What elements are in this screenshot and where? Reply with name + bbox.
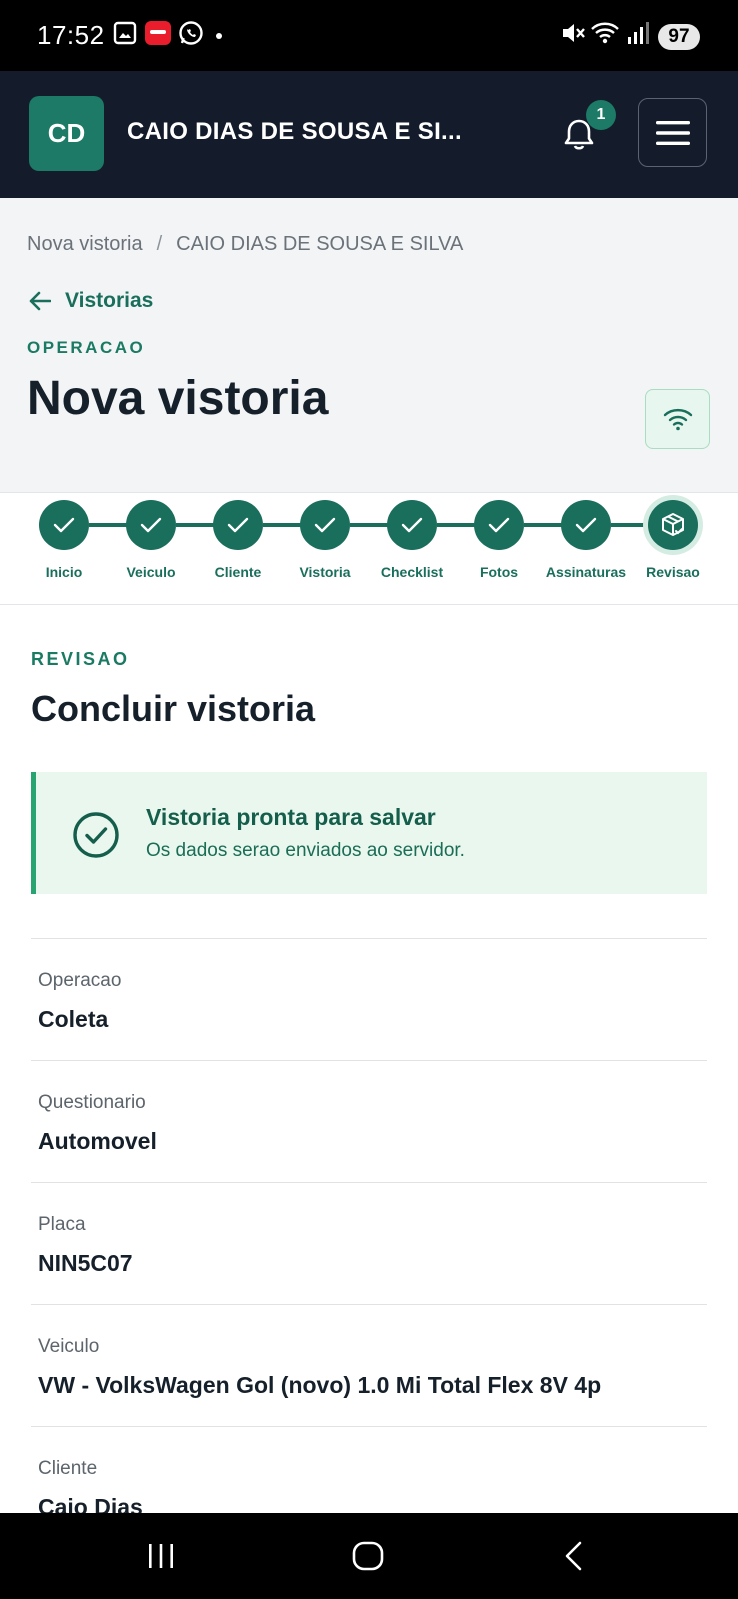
breadcrumb: Nova vistoria / CAIO DIAS DE SOUSA E SILVA <box>27 233 463 256</box>
step-vistoria[interactable]: Vistoria <box>281 493 369 580</box>
notification-badge: 1 <box>586 100 616 130</box>
check-circle-icon <box>73 812 119 858</box>
back-link-label: Vistorias <box>65 289 154 312</box>
wifi-icon <box>663 408 692 431</box>
section-eyebrow: REVISAO <box>31 649 130 669</box>
notification-dot-icon <box>216 33 222 39</box>
summary-item-questionario: Questionario Automovel <box>31 1060 707 1182</box>
step-circle <box>561 500 611 550</box>
hamburger-icon <box>655 120 690 145</box>
back-link[interactable]: Vistorias <box>29 289 153 313</box>
step-circle <box>213 500 263 550</box>
alert-message: Os dados serao enviados ao servidor. <box>146 840 465 861</box>
step-assinaturas[interactable]: Assinaturas <box>542 493 630 580</box>
check-icon <box>488 517 510 533</box>
summary-item-veiculo: Veiculo VW - VolksWagen Gol (novo) 1.0 M… <box>31 1304 707 1426</box>
section-title: Concluir vistoria <box>31 688 316 729</box>
step-fotos[interactable]: Fotos <box>455 493 543 580</box>
stepper: Inicio Veiculo Cliente Vistoria Checklis… <box>0 492 738 605</box>
wifi-icon <box>591 22 619 44</box>
home-icon[interactable] <box>352 1541 384 1571</box>
mute-icon <box>563 24 585 42</box>
battery-icon: 97 <box>658 24 700 50</box>
summary-label: Veiculo <box>38 1336 100 1357</box>
step-label: Revisao <box>646 564 700 580</box>
step-inicio[interactable]: Inicio <box>20 493 108 580</box>
summary-value: Automovel <box>38 1128 157 1154</box>
step-circle <box>39 500 89 550</box>
recent-apps-icon[interactable] <box>146 1541 176 1571</box>
avatar[interactable]: CD <box>29 96 104 171</box>
step-label: Assinaturas <box>545 564 627 580</box>
step-label: Cliente <box>214 564 262 580</box>
status-bar: 17:52 97 <box>0 0 738 71</box>
whatsapp-icon <box>179 21 203 45</box>
system-nav-bar <box>0 1513 738 1599</box>
step-circle <box>648 500 698 550</box>
alert-title: Vistoria pronta para salvar <box>146 804 436 830</box>
back-icon[interactable] <box>562 1541 586 1571</box>
step-label: Vistoria <box>299 564 351 580</box>
step-label: Veiculo <box>126 564 176 580</box>
page-eyebrow: OPERACAO <box>27 338 146 357</box>
step-revisao[interactable]: Revisao <box>629 493 717 580</box>
step-cliente[interactable]: Cliente <box>194 493 282 580</box>
page-head: Nova vistoria / CAIO DIAS DE SOUSA E SILVA… <box>0 198 738 492</box>
step-label: Checklist <box>380 564 444 580</box>
check-icon <box>140 517 162 533</box>
step-circle <box>300 500 350 550</box>
summary-label: Questionario <box>38 1092 146 1113</box>
success-alert: Vistoria pronta para salvar Os dados ser… <box>31 772 707 894</box>
user-name: CAIO DIAS DE SOUSA E SI... <box>127 118 462 145</box>
status-time: 17:52 <box>37 20 105 50</box>
summary-value: Coleta <box>38 1006 109 1032</box>
summary-label: Operacao <box>38 970 122 991</box>
menu-button[interactable] <box>638 98 707 167</box>
ifood-icon <box>145 21 171 45</box>
gallery-icon <box>113 21 137 45</box>
breadcrumb-item-client: CAIO DIAS DE SOUSA E SILVA <box>176 233 464 255</box>
step-checklist[interactable]: Checklist <box>368 493 456 580</box>
step-circle <box>474 500 524 550</box>
summary-label: Placa <box>38 1214 86 1235</box>
breadcrumb-separator: / <box>156 233 163 255</box>
summary-item-operacao: Operacao Coleta <box>31 938 707 1060</box>
step-circle <box>387 500 437 550</box>
connection-status-button[interactable] <box>645 389 710 449</box>
check-icon <box>53 517 75 533</box>
summary-value: NIN5C07 <box>38 1250 133 1276</box>
package-check-icon <box>662 513 684 536</box>
page-title: Nova vistoria <box>27 372 329 425</box>
check-icon <box>575 517 597 533</box>
check-icon <box>314 517 336 533</box>
step-label: Inicio <box>45 564 83 580</box>
breadcrumb-item-nova-vistoria[interactable]: Nova vistoria <box>27 233 143 255</box>
summary-item-placa: Placa NIN5C07 <box>31 1182 707 1304</box>
summary-list: Operacao Coleta Questionario Automovel P… <box>31 938 707 1548</box>
step-veiculo[interactable]: Veiculo <box>107 493 195 580</box>
arrow-left-icon <box>29 291 51 311</box>
summary-value: VW - VolksWagen Gol (novo) 1.0 Mi Total … <box>38 1372 602 1398</box>
check-icon <box>401 517 423 533</box>
step-label: Fotos <box>479 564 519 580</box>
check-icon <box>227 517 249 533</box>
signal-icon <box>628 22 649 44</box>
summary-label: Cliente <box>38 1458 98 1479</box>
app-header: CD CAIO DIAS DE SOUSA E SI... 1 <box>0 71 738 198</box>
step-circle <box>126 500 176 550</box>
